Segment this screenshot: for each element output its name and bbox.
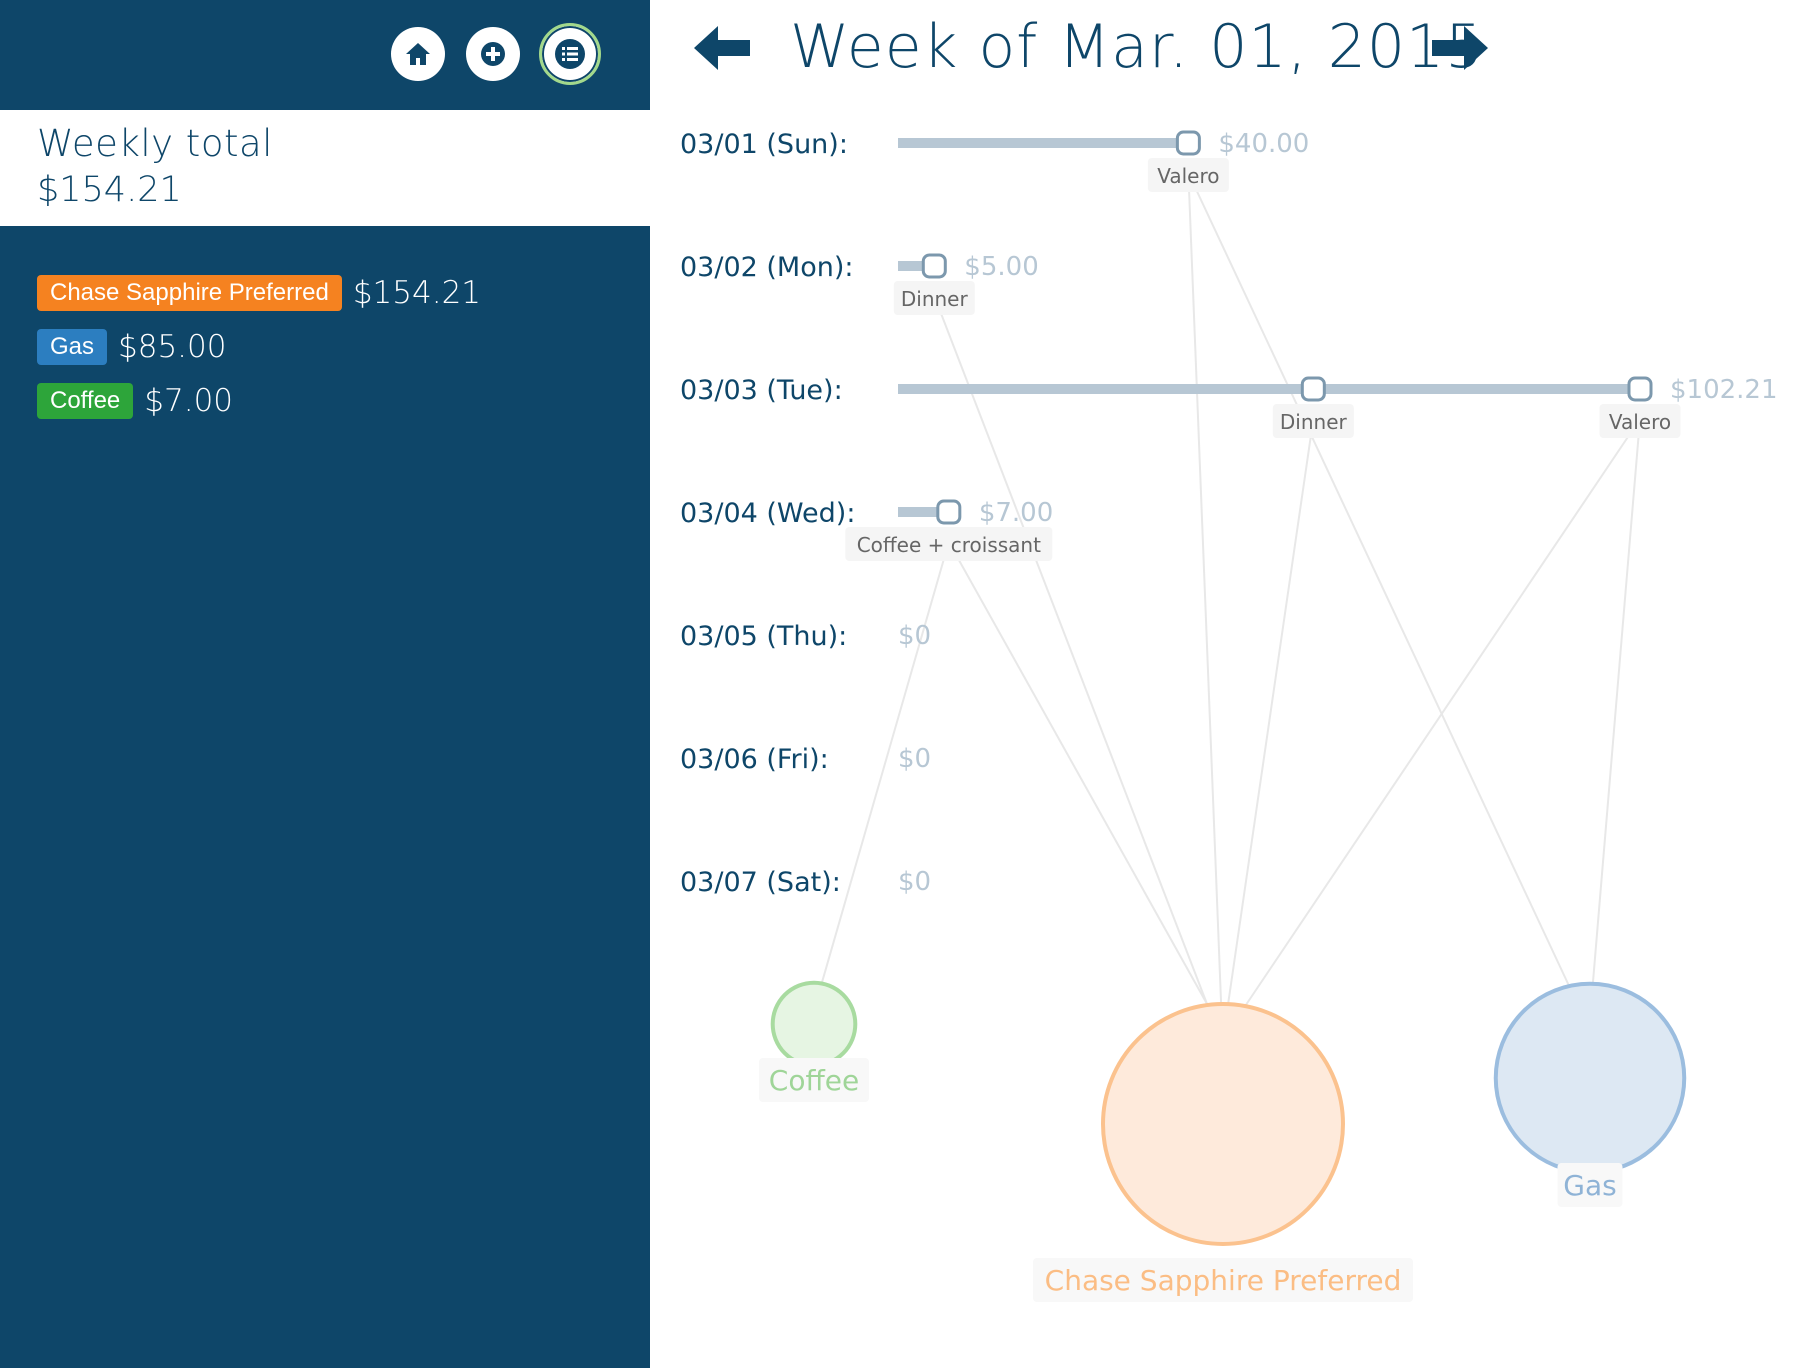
category-badge[interactable]: Coffee bbox=[37, 383, 134, 419]
expense-label: Valero bbox=[1157, 164, 1219, 188]
home-icon bbox=[406, 43, 430, 65]
day-bar bbox=[898, 384, 1640, 394]
expense-handle[interactable] bbox=[1627, 376, 1653, 402]
day-total: $7.00 bbox=[979, 498, 1053, 528]
expense-handle[interactable] bbox=[1300, 376, 1326, 402]
weekly-summary: Weekly total $154.21 bbox=[0, 110, 650, 226]
weekly-total-label: Weekly total bbox=[37, 122, 273, 165]
link-line bbox=[947, 541, 1211, 1009]
previous-week-arrow-icon[interactable] bbox=[690, 22, 754, 74]
category-bubble-label: Chase Sapphire Preferred bbox=[1045, 1264, 1402, 1297]
day-label: 03/07 (Sat): bbox=[680, 867, 841, 898]
sidebar: Weekly total $154.21 Chase Sapphire Pref… bbox=[0, 0, 650, 1368]
category-bubble[interactable] bbox=[1493, 981, 1687, 1175]
expense-handle[interactable] bbox=[921, 253, 947, 279]
day-label: 03/03 (Tue): bbox=[680, 375, 843, 406]
day-label: 03/01 (Sun): bbox=[680, 129, 848, 160]
link-line bbox=[1187, 172, 1223, 1009]
category-bubble-label: Coffee bbox=[769, 1064, 859, 1097]
spending-graph: 03/01 (Sun): Valero $40.00 03/02 (Mon): Dinn… bbox=[680, 129, 1778, 1302]
category-bubble[interactable] bbox=[1101, 1002, 1345, 1246]
category-amount: $154.21 bbox=[352, 275, 482, 311]
day-total: $0 bbox=[898, 744, 931, 774]
category-badge[interactable]: Gas bbox=[37, 329, 108, 365]
expense-label: Valero bbox=[1609, 410, 1671, 434]
day-label: 03/06 (Fri): bbox=[680, 744, 829, 775]
category-row-coffee[interactable]: Coffee $7.00 bbox=[37, 382, 233, 420]
next-week-arrow-icon[interactable] bbox=[1428, 22, 1492, 74]
day-total: $0 bbox=[898, 621, 931, 651]
list-icon bbox=[555, 39, 585, 69]
expense-label: Dinner bbox=[1280, 410, 1348, 434]
add-button[interactable] bbox=[466, 27, 520, 81]
list-view-button[interactable] bbox=[539, 23, 601, 85]
category-row-gas[interactable]: Gas $85.00 bbox=[37, 328, 227, 366]
category-row-chase[interactable]: Chase Sapphire Preferred $154.21 bbox=[37, 274, 481, 312]
day-total: $40.00 bbox=[1218, 129, 1309, 159]
day-total: $5.00 bbox=[964, 252, 1038, 282]
weekly-total-value: $154.21 bbox=[37, 170, 182, 210]
link-line bbox=[1243, 418, 1641, 1009]
day-total: $0 bbox=[898, 867, 931, 897]
category-amount: $7.00 bbox=[144, 383, 234, 419]
category-badge[interactable]: Chase Sapphire Preferred bbox=[37, 275, 342, 311]
link-line bbox=[1226, 418, 1315, 1009]
day-label: 03/05 (Thu): bbox=[680, 621, 847, 652]
link-line bbox=[1591, 418, 1641, 988]
expense-handle[interactable] bbox=[1175, 130, 1201, 156]
week-view: 03/01 (Sun): Valero $40.00 03/02 (Mon): Dinn… bbox=[650, 0, 1810, 1368]
day-bar bbox=[898, 138, 1189, 148]
link-line bbox=[1187, 172, 1571, 989]
expense-label: Dinner bbox=[901, 287, 969, 311]
day-label: 03/04 (Wed): bbox=[680, 498, 855, 529]
week-title: Week of Mar. 01, 2015 bbox=[790, 12, 1485, 82]
home-button[interactable] bbox=[391, 27, 445, 81]
plus-circle-icon bbox=[481, 42, 505, 66]
link-line bbox=[933, 295, 1210, 1009]
day-total: $102.21 bbox=[1670, 375, 1778, 405]
top-nav-bar bbox=[0, 0, 650, 110]
category-bubble-label: Gas bbox=[1563, 1169, 1616, 1202]
category-amount: $85.00 bbox=[118, 329, 227, 365]
expense-label: Coffee + croissant bbox=[857, 533, 1041, 557]
expense-handle[interactable] bbox=[936, 499, 962, 525]
category-bubble[interactable] bbox=[770, 980, 858, 1068]
day-label: 03/02 (Mon): bbox=[680, 252, 853, 283]
